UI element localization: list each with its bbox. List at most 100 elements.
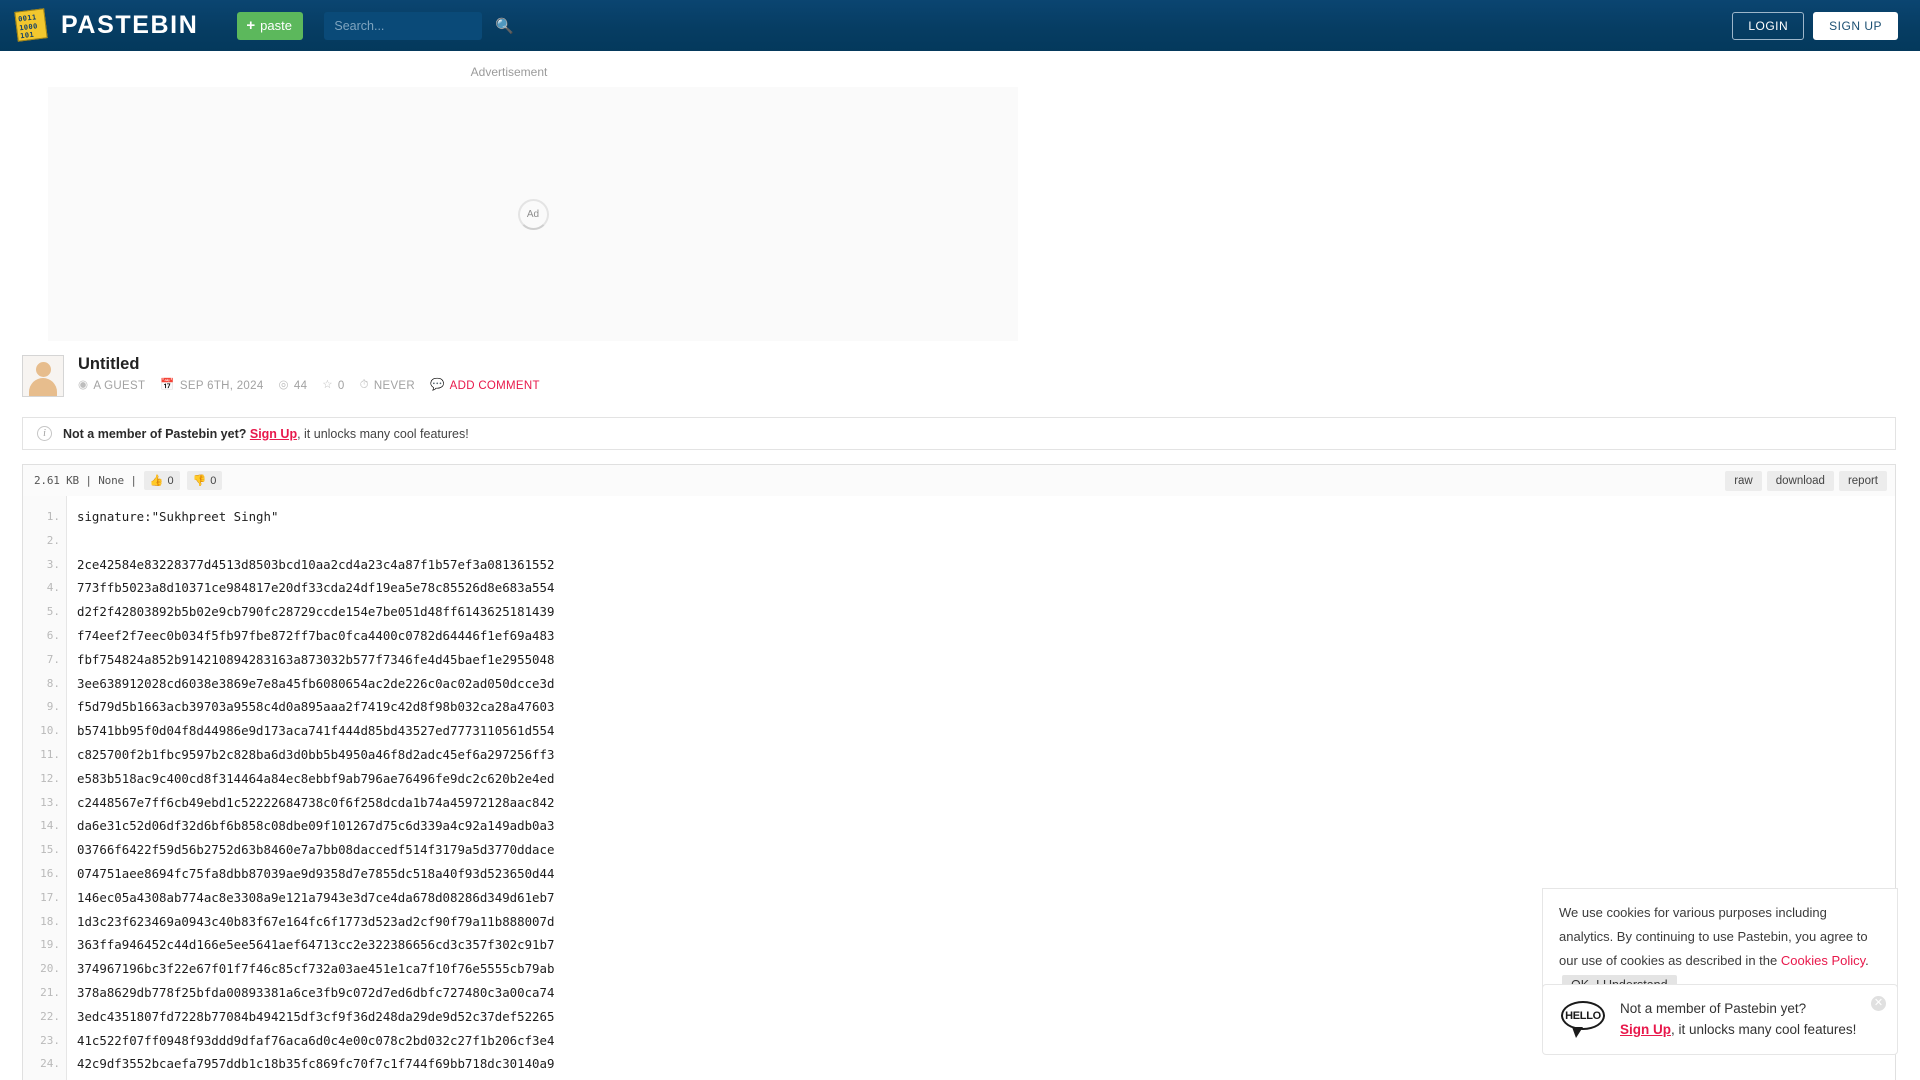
like-button[interactable]: 👍 0 (143, 471, 180, 490)
page-title: Untitled (78, 355, 140, 373)
line-number: 7. (46, 652, 60, 666)
banner-signup-link[interactable]: Sign Up (250, 427, 297, 441)
eye-icon: ◎ (278, 379, 289, 392)
signup-popup: HELLO Not a member of Pastebin yet? Sign… (1542, 984, 1898, 1055)
advertisement-box[interactable]: Ad (48, 87, 1018, 341)
code-line: signature:"Sukhpreet Singh" (77, 509, 279, 524)
avatar (22, 355, 64, 397)
banner-rest: , it unlocks many cool features! (297, 426, 469, 441)
line-number: 13. (40, 795, 60, 809)
code-line: 2ce42584e83228377d4513d8503bcd10aa2cd4a2… (77, 556, 555, 572)
comment-icon: 💬 (430, 379, 445, 392)
calendar-icon: 📅 (160, 379, 175, 392)
clock-icon: ⏱ (359, 379, 369, 392)
paste-meta: ◉ A GUEST 📅 SEP 6TH, 2024 ◎ 44 ☆ 0 ⏱ NEV… (78, 380, 550, 392)
dislike-button[interactable]: 👎 0 (186, 471, 223, 490)
line-number: 20. (40, 962, 60, 976)
code-line: da6e31c52d06df32d6bf6b858c08dbe09f101267… (77, 818, 555, 834)
meta-stars-label: 0 (337, 380, 345, 393)
paste-toolbar: 2.61 KB | None | 👍 0 👎 0 raw download re… (22, 464, 1896, 496)
toolbar-right: raw download report (1725, 470, 1887, 491)
line-number: 6. (46, 628, 60, 642)
search-icon[interactable]: 🔍 (495, 17, 514, 35)
line-number: 8. (46, 676, 60, 690)
plus-icon: + (246, 17, 256, 34)
dislike-count: 0 (210, 474, 217, 487)
cookie-period: . (1865, 953, 1869, 968)
new-paste-button[interactable]: + paste (237, 11, 304, 40)
banner-strong: Not a member of Pastebin yet? (63, 426, 247, 441)
line-number: 10. (40, 724, 60, 738)
code-line: f5d79d5b1663acb39703a9558c4d0a895aaa2f74… (77, 699, 555, 715)
code-line: c2448567e7ff6cb49ebd1c52222684738c0f6f25… (77, 794, 555, 810)
meta-views-label: 44 (293, 380, 308, 393)
search-box[interactable]: 🔍 (324, 11, 514, 40)
code-line: f74eef2f7eec0b034f5fb97fbe872ff7bac0fca4… (77, 627, 555, 643)
membership-banner: i Not a member of Pastebin yet? Sign Up,… (22, 417, 1896, 450)
code-line: 5a21e1762f0bb1b60bacf2a00d80e1db0ff54fb7… (77, 1076, 1895, 1080)
paste-header: Untitled ◉ A GUEST 📅 SEP 6TH, 2024 ◎ 44 … (0, 341, 1920, 397)
line-number: 9. (46, 700, 60, 714)
hello-bubble-tail (1572, 1027, 1583, 1038)
line-number: 25. (23, 1076, 66, 1080)
meta-stars[interactable]: ☆ 0 (322, 380, 344, 392)
popup-signup-link[interactable]: Sign Up (1620, 1022, 1671, 1037)
code-line: 074751aee8694fc75fa8dbb87039ae9d9358d7e7… (77, 865, 555, 881)
line-number: 23. (40, 1033, 60, 1047)
meta-author-label: A GUEST (93, 380, 146, 393)
add-comment-label: ADD COMMENT (449, 380, 540, 393)
login-button[interactable]: LOGIN (1732, 11, 1805, 40)
close-icon[interactable]: ✕ (1871, 996, 1886, 1011)
header-actions: LOGIN SIGN UP (1732, 0, 1898, 51)
add-comment-link[interactable]: 💬 ADD COMMENT (430, 380, 540, 392)
line-number: 21. (40, 985, 60, 999)
line-number: 16. (40, 866, 60, 880)
ad-placeholder-icon: Ad (517, 198, 549, 230)
line-number: 12. (40, 771, 60, 785)
toolbar-left: 2.61 KB | None | 👍 0 👎 0 (34, 471, 223, 490)
user-icon: ◉ (78, 379, 89, 392)
line-number: 24. (40, 1057, 60, 1071)
avatar-body (29, 378, 57, 396)
code-line: b5741bb95f0d04f8d44986e9d173aca741f444d8… (77, 723, 555, 739)
line-number: 5. (46, 605, 60, 619)
pastebin-logo-icon: 0011 1000 101 (14, 7, 52, 43)
star-icon: ☆ (322, 379, 333, 392)
line-number-gutter: 1. 2. 3. 4. 5. 6. 7. 8. 9. 10. 11. 12. 13. 14. 15. 16. 1… (23, 496, 67, 1080)
line-number: 2. (46, 533, 60, 547)
line-number: 11. (40, 747, 60, 761)
avatar-head (35, 362, 51, 377)
meta-author[interactable]: ◉ A GUEST (78, 380, 145, 392)
search-input[interactable] (334, 18, 496, 33)
paste-info: Untitled ◉ A GUEST 📅 SEP 6TH, 2024 ◎ 44 … (78, 355, 550, 392)
raw-button[interactable]: raw (1725, 470, 1762, 491)
paste-button-label: paste (260, 18, 292, 33)
line-number: 4. (46, 581, 60, 595)
line-number: 15. (40, 843, 60, 857)
advertisement-zone: Advertisement Ad (24, 51, 1024, 341)
signup-popup-text: Not a member of Pastebin yet? Sign Up, i… (1620, 998, 1856, 1040)
logo[interactable]: 0011 1000 101 PASTEBIN (14, 7, 199, 43)
cookies-policy-link[interactable]: Cookies Policy (1781, 953, 1865, 968)
code-line: d2f2f42803892b5b02e9cb790fc28729ccde154e… (77, 604, 555, 620)
logo-square: 0011 1000 101 (14, 7, 48, 42)
line-number: 18. (40, 914, 60, 928)
line-number: 14. (40, 819, 60, 833)
code-line: 3ee638912028cd6038e3869e7e8a45fb6080654a… (77, 675, 555, 691)
advertisement-label: Advertisement (470, 65, 548, 79)
meta-views: ◎ 44 (279, 380, 308, 392)
code-line: 42c9df3552bcaefa7957ddb1c18b35fc869fc70f… (77, 1056, 555, 1072)
logo-text: PASTEBIN (61, 11, 199, 39)
meta-date: 📅 SEP 6TH, 2024 (160, 380, 263, 392)
popup-line-2: Sign Up, it unlocks many cool features! (1620, 1019, 1856, 1040)
signup-button[interactable]: SIGN UP (1813, 11, 1898, 40)
report-button[interactable]: report (1838, 470, 1887, 491)
download-button[interactable]: download (1766, 470, 1834, 491)
meta-expiry-label: NEVER (373, 380, 416, 393)
hello-bubble-text: HELLO (1561, 1001, 1605, 1030)
line-number: 3. (46, 557, 60, 571)
line-number: 22. (40, 1009, 60, 1023)
site-header: 0011 1000 101 PASTEBIN + paste 🔍 LOGIN S… (0, 0, 1920, 51)
banner-text: Not a member of Pastebin yet? Sign Up, i… (63, 427, 469, 441)
